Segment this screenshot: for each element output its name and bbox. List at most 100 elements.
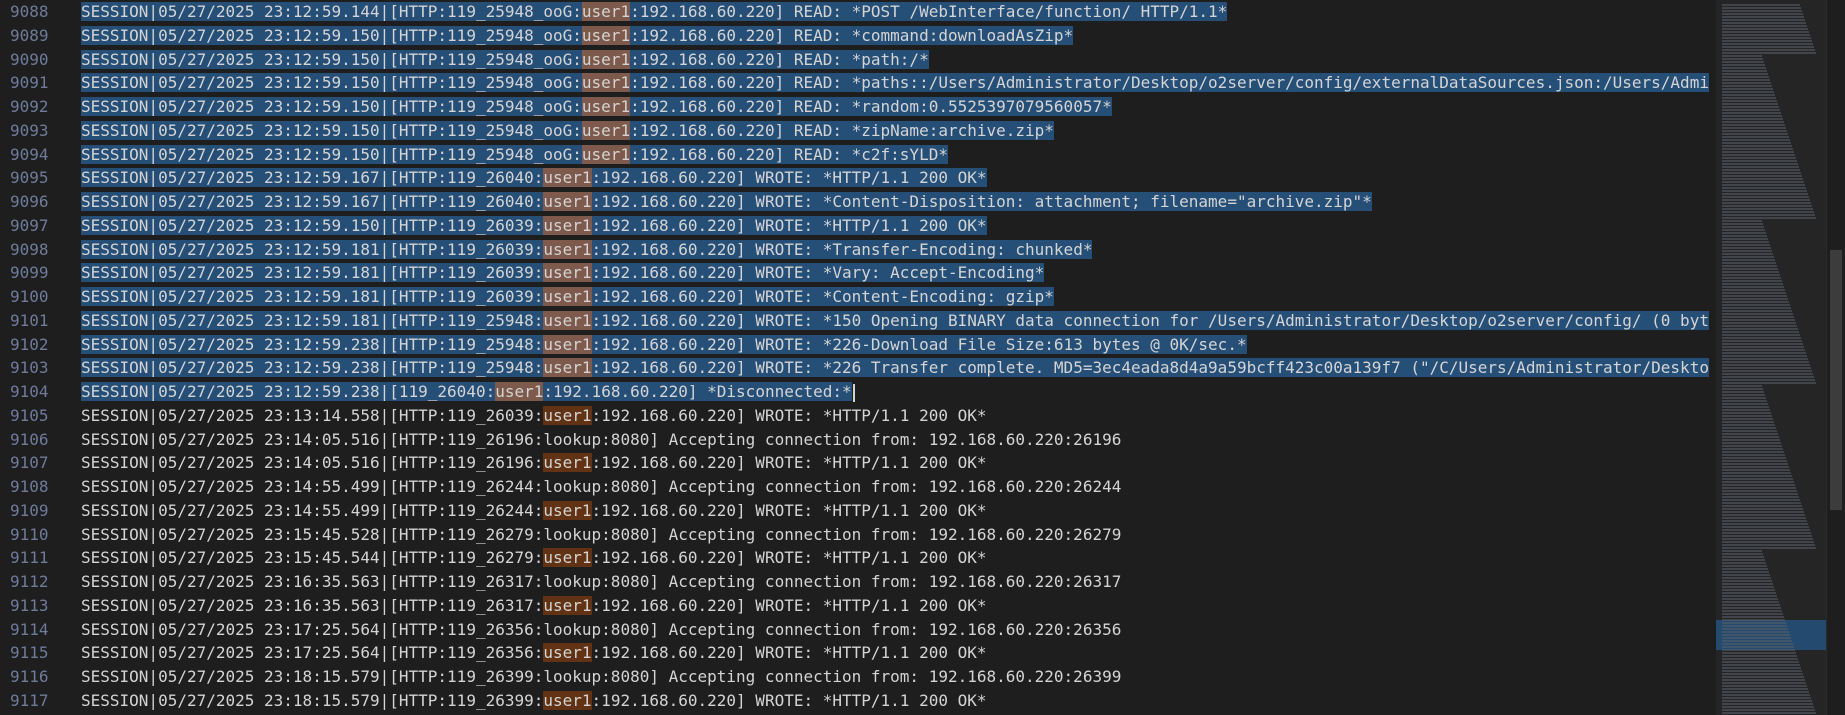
minimap-line <box>1722 145 1792 147</box>
user-match-highlight: user1 <box>581 144 631 164</box>
code-line[interactable]: 9105 SESSION|05/27/2025 23:13:14.558|[HTT… <box>0 404 1716 428</box>
line-number: 9088 <box>10 2 49 21</box>
minimap-line <box>1722 454 1785 456</box>
minimap-line <box>1722 664 1800 666</box>
code-line[interactable]: 9103 SESSION|05/27/2025 23:12:59.238|[HTT… <box>0 356 1716 380</box>
line-text-prefix: SESSION|05/27/2025 23:12:59.150|[HTTP:11… <box>81 73 582 93</box>
code-line[interactable]: 9104 SESSION|05/27/2025 23:12:59.238|[119… <box>0 380 1716 404</box>
line-number: 9110 <box>10 524 49 544</box>
code-line[interactable]: 9115 SESSION|05/27/2025 23:17:25.564|[HTT… <box>0 641 1716 665</box>
code-line[interactable]: 9107 SESSION|05/27/2025 23:14:05.516|[HTT… <box>0 451 1716 475</box>
minimap[interactable] <box>1716 0 1826 715</box>
minimap-line <box>1722 652 1796 654</box>
line-text-prefix: SESSION|05/27/2025 23:12:59.167|[HTTP:11… <box>81 168 544 188</box>
code-line[interactable]: 9090 SESSION|05/27/2025 23:12:59.150|[HTT… <box>0 48 1716 72</box>
line-text-suffix: :192.168.60.220] WROTE: *HTTP/1.1 200 OK… <box>591 595 987 615</box>
line-number: 9093 <box>10 120 49 140</box>
code-line[interactable]: 9088 SESSION|05/27/2025 23:12:59.144|[HTT… <box>0 0 1716 24</box>
minimap-line <box>1722 316 1794 318</box>
line-text-prefix: SESSION|05/27/2025 23:12:59.150|[HTTP:11… <box>81 49 582 69</box>
minimap-line <box>1722 508 1803 510</box>
minimap-line <box>1722 589 1775 591</box>
minimap-line <box>1722 283 1783 285</box>
user-match-highlight: user1 <box>581 49 631 69</box>
minimap-line <box>1722 484 1795 486</box>
code-line[interactable]: 9096 SESSION|05/27/2025 23:12:59.167|[HTT… <box>0 190 1716 214</box>
minimap-line <box>1722 451 1784 453</box>
code-line[interactable]: 9117 SESSION|05/27/2025 23:18:15.579|[HTT… <box>0 689 1716 713</box>
line-text: SESSION|05/27/2025 23:12:59.150|[HTTP:11… <box>81 95 1112 119</box>
user-match-highlight: user1 <box>543 453 592 473</box>
minimap-line <box>1722 121 1784 123</box>
minimap-line <box>1722 229 1765 231</box>
code-line[interactable]: 9097 SESSION|05/27/2025 23:12:59.150|[HTT… <box>0 214 1716 238</box>
code-line[interactable]: 9098 SESSION|05/27/2025 23:12:59.181|[HTT… <box>0 238 1716 262</box>
minimap-line <box>1722 133 1788 135</box>
minimap-line <box>1722 19 1805 21</box>
vertical-scrollbar[interactable] <box>1826 0 1845 715</box>
line-number: 9103 <box>10 358 49 378</box>
scrollbar-thumb[interactable] <box>1830 250 1842 510</box>
minimap-line <box>1722 607 1781 609</box>
code-line[interactable]: 9101 SESSION|05/27/2025 23:12:59.181|[HTT… <box>0 309 1716 333</box>
line-text: SESSION|05/27/2025 23:12:59.238|[119_260… <box>81 380 855 404</box>
line-text-prefix: SESSION|05/27/2025 23:12:59.150|[HTTP:11… <box>81 25 582 45</box>
code-line[interactable]: 9100 SESSION|05/27/2025 23:12:59.181|[HTT… <box>0 285 1716 309</box>
code-line[interactable]: 9116 SESSION|05/27/2025 23:18:15.579|[HTT… <box>0 665 1716 689</box>
minimap-line <box>1722 400 1767 402</box>
minimap-line <box>1722 148 1793 150</box>
minimap-line <box>1722 364 1810 366</box>
line-number: 9105 <box>10 405 49 425</box>
line-number: 9117 <box>10 690 49 710</box>
code-line[interactable]: 9111 SESSION|05/27/2025 23:15:45.544|[HTT… <box>0 546 1716 570</box>
minimap-line <box>1722 52 1816 54</box>
code-line[interactable]: 9092 SESSION|05/27/2025 23:12:59.150|[HTT… <box>0 95 1716 119</box>
minimap-line <box>1722 478 1793 480</box>
minimap-line <box>1722 10 1802 12</box>
minimap-line <box>1722 427 1776 429</box>
code-line[interactable]: 9095 SESSION|05/27/2025 23:12:59.167|[HTT… <box>0 166 1716 190</box>
line-text-suffix: :192.168.60.220] READ: *command:download… <box>630 25 1074 45</box>
minimap-line <box>1722 112 1781 114</box>
code-line[interactable]: 9099 SESSION|05/27/2025 23:12:59.181|[HTT… <box>0 261 1716 285</box>
line-number: 9106 <box>10 429 49 449</box>
minimap-line <box>1722 553 1763 555</box>
line-text-suffix: :192.168.60.220] READ: *c2f:sYLD* <box>630 144 948 164</box>
code-line[interactable]: 9112 SESSION|05/27/2025 23:16:35.563|[HTT… <box>0 570 1716 594</box>
line-text-suffix: :192.168.60.220] READ: *random:0.5525397… <box>630 97 1112 116</box>
minimap-line <box>1722 379 1815 381</box>
minimap-line <box>1722 271 1779 273</box>
minimap-line <box>1722 298 1788 300</box>
editor-pane[interactable]: 9088 SESSION|05/27/2025 23:12:59.144|[HTT… <box>0 0 1716 715</box>
user-match-highlight: user1 <box>543 192 592 211</box>
minimap-line <box>1722 118 1783 120</box>
code-line[interactable]: 9093 SESSION|05/27/2025 23:12:59.150|[HTT… <box>0 119 1716 143</box>
minimap-line <box>1722 529 1810 531</box>
minimap-line <box>1722 40 1812 42</box>
minimap-line <box>1722 496 1799 498</box>
code-line[interactable]: 9110 SESSION|05/27/2025 23:15:45.528|[HTT… <box>0 523 1716 547</box>
minimap-line <box>1722 619 1785 621</box>
line-text-suffix: :192.168.60.220] WROTE: *Vary: Accept-En… <box>591 263 1045 283</box>
minimap-line <box>1722 25 1807 27</box>
code-line[interactable]: 9109 SESSION|05/27/2025 23:14:55.499|[HTT… <box>0 499 1716 523</box>
user-match-highlight: user1 <box>581 25 631 45</box>
code-line[interactable]: 9106 SESSION|05/27/2025 23:14:05.516|[HTT… <box>0 428 1716 452</box>
code-line[interactable]: 9114 SESSION|05/27/2025 23:17:25.564|[HTT… <box>0 618 1716 642</box>
code-line[interactable]: 9102 SESSION|05/27/2025 23:12:59.238|[HTT… <box>0 333 1716 357</box>
code-line[interactable]: 9113 SESSION|05/27/2025 23:16:35.563|[HTT… <box>0 594 1716 618</box>
minimap-line <box>1722 622 1786 624</box>
code-line[interactable]: 9108 SESSION|05/27/2025 23:14:55.499|[HTT… <box>0 475 1716 499</box>
minimap-line <box>1722 592 1776 594</box>
line-text: SESSION|05/27/2025 23:12:59.238|[HTTP:11… <box>81 356 1709 380</box>
minimap-line <box>1722 160 1797 162</box>
code-line[interactable]: 9089 SESSION|05/27/2025 23:12:59.150|[HTT… <box>0 24 1716 48</box>
minimap-line <box>1722 337 1801 339</box>
minimap-line <box>1722 139 1790 141</box>
code-line[interactable]: 9094 SESSION|05/27/2025 23:12:59.150|[HTT… <box>0 143 1716 167</box>
minimap-line <box>1722 352 1806 354</box>
minimap-line <box>1722 49 1815 51</box>
minimap-line <box>1722 466 1789 468</box>
line-number: 9090 <box>10 49 49 69</box>
code-line[interactable]: 9091 SESSION|05/27/2025 23:12:59.150|[HTT… <box>0 71 1716 95</box>
